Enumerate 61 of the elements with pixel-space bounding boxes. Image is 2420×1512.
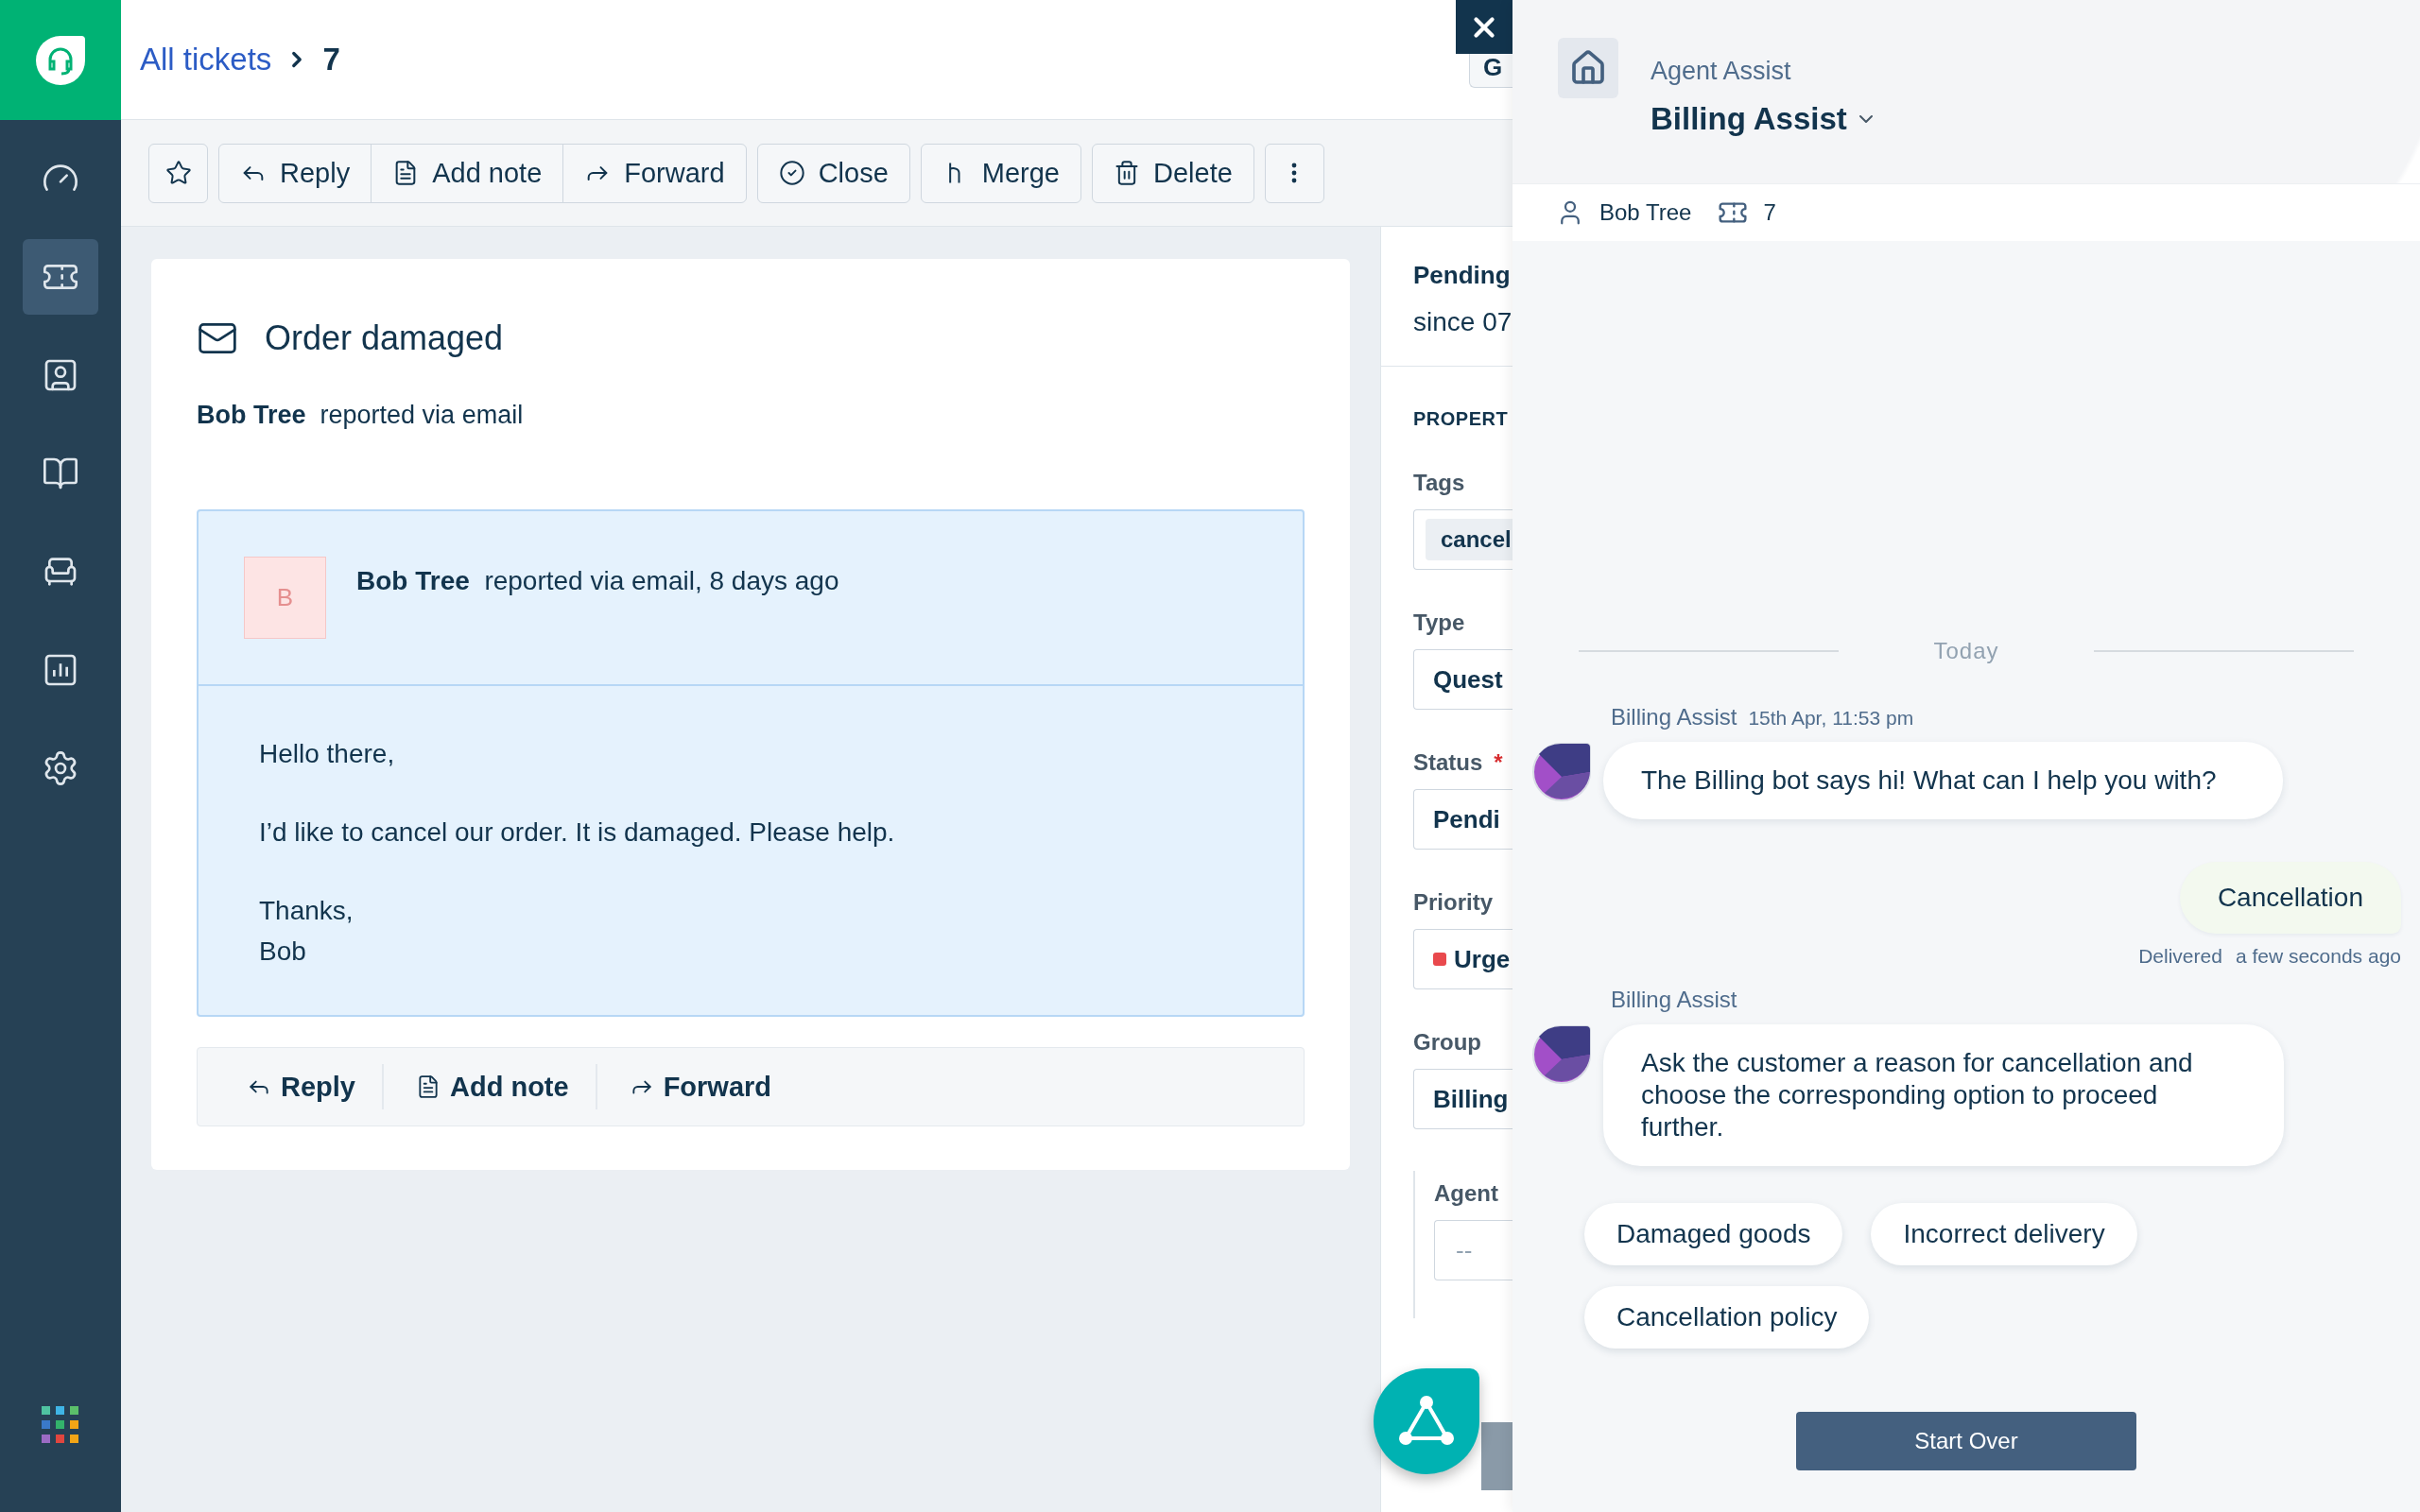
quick-reply-button[interactable]: Incorrect delivery [1871, 1203, 2137, 1265]
merge-button[interactable]: Merge [920, 143, 1081, 203]
bot-avatar [1531, 1024, 1592, 1085]
network-triangle-icon [1396, 1395, 1457, 1448]
required-mark: * [1494, 749, 1503, 776]
bot-message: The Billing bot says hi! What can I help you with? [1603, 742, 2283, 819]
sender-name: Billing Assist [1611, 987, 1737, 1013]
home-button[interactable] [1558, 38, 1618, 98]
add-note-button[interactable]: Add note [371, 143, 564, 203]
home-icon [1569, 49, 1607, 87]
field-label: Tags [1413, 470, 1465, 496]
add-note-button[interactable]: Add note [397, 1064, 597, 1109]
bot-avatar [1531, 742, 1592, 802]
status-since: since 07 [1413, 307, 1512, 337]
apps-grid-icon[interactable] [42, 1406, 79, 1444]
quick-reply-button[interactable]: Damaged goods [1584, 1203, 1843, 1265]
user-message: Cancellation [2179, 862, 2401, 934]
message-meta: Bob Tree reported via email, 8 days ago [356, 566, 839, 597]
trash-icon [1114, 160, 1140, 186]
all-tickets-link[interactable]: All tickets [140, 42, 272, 77]
delivery-status: Delivered [2138, 945, 2222, 968]
bot-selector[interactable]: Billing Assist [1651, 101, 1877, 137]
requester-line: Bob Tree reported via email [197, 401, 525, 430]
check-circle-icon [778, 160, 805, 186]
start-over-button[interactable]: Start Over [1796, 1412, 2136, 1470]
status-title: Pending [1413, 261, 1512, 290]
note-icon [416, 1074, 441, 1099]
forward-button[interactable]: Forward [562, 143, 747, 203]
panel-subtitle: Agent Assist [1651, 57, 1792, 86]
properties-heading: PROPERT [1412, 407, 1510, 430]
bot-message: Ask the customer a reason for cancellation and choose the corresponding option to proceed further. [1603, 1024, 2284, 1166]
message-time: a few seconds ago [2235, 945, 2401, 968]
close-button[interactable]: Close [756, 143, 910, 203]
date-divider: Today [1933, 638, 1999, 664]
tag: cancel [1426, 519, 1512, 560]
message-text: I’d like to cancel our order. It is damaged. Please help. [259, 816, 896, 849]
ticket-subject: Order damaged [265, 318, 504, 358]
field-label: Group [1413, 1029, 1481, 1056]
star-icon [164, 160, 192, 186]
delete-button[interactable]: Delete [1092, 143, 1254, 203]
field-label: Priority [1413, 889, 1494, 916]
star-button[interactable] [148, 143, 208, 203]
more-icon [1291, 163, 1298, 183]
sender-avatar: B [244, 557, 326, 639]
sender-name: Billing Assist [1611, 704, 1737, 730]
close-button[interactable] [1456, 0, 1512, 54]
reply-button[interactable]: Reply [228, 1064, 384, 1109]
sidebar-item[interactable] [23, 239, 98, 315]
field-label: Type [1413, 610, 1465, 636]
message-time: 15th Apr, 11:53 pm [1748, 707, 1914, 730]
ticket-number: 7 [322, 42, 340, 77]
message-text: Thanks, Bob [259, 895, 354, 968]
quick-reply-button[interactable]: Cancellation policy [1584, 1286, 1870, 1349]
header-button[interactable]: G [1469, 54, 1512, 88]
field-label: Agent [1434, 1180, 1498, 1207]
contact-name: Bob Tree [1599, 199, 1692, 226]
forward-button[interactable]: Forward [610, 1064, 799, 1109]
reply-button[interactable]: Reply [218, 143, 372, 203]
field-label: Status [1413, 749, 1483, 776]
ticket-number: 7 [1763, 199, 1776, 226]
message-text: Hello there, [259, 738, 396, 770]
